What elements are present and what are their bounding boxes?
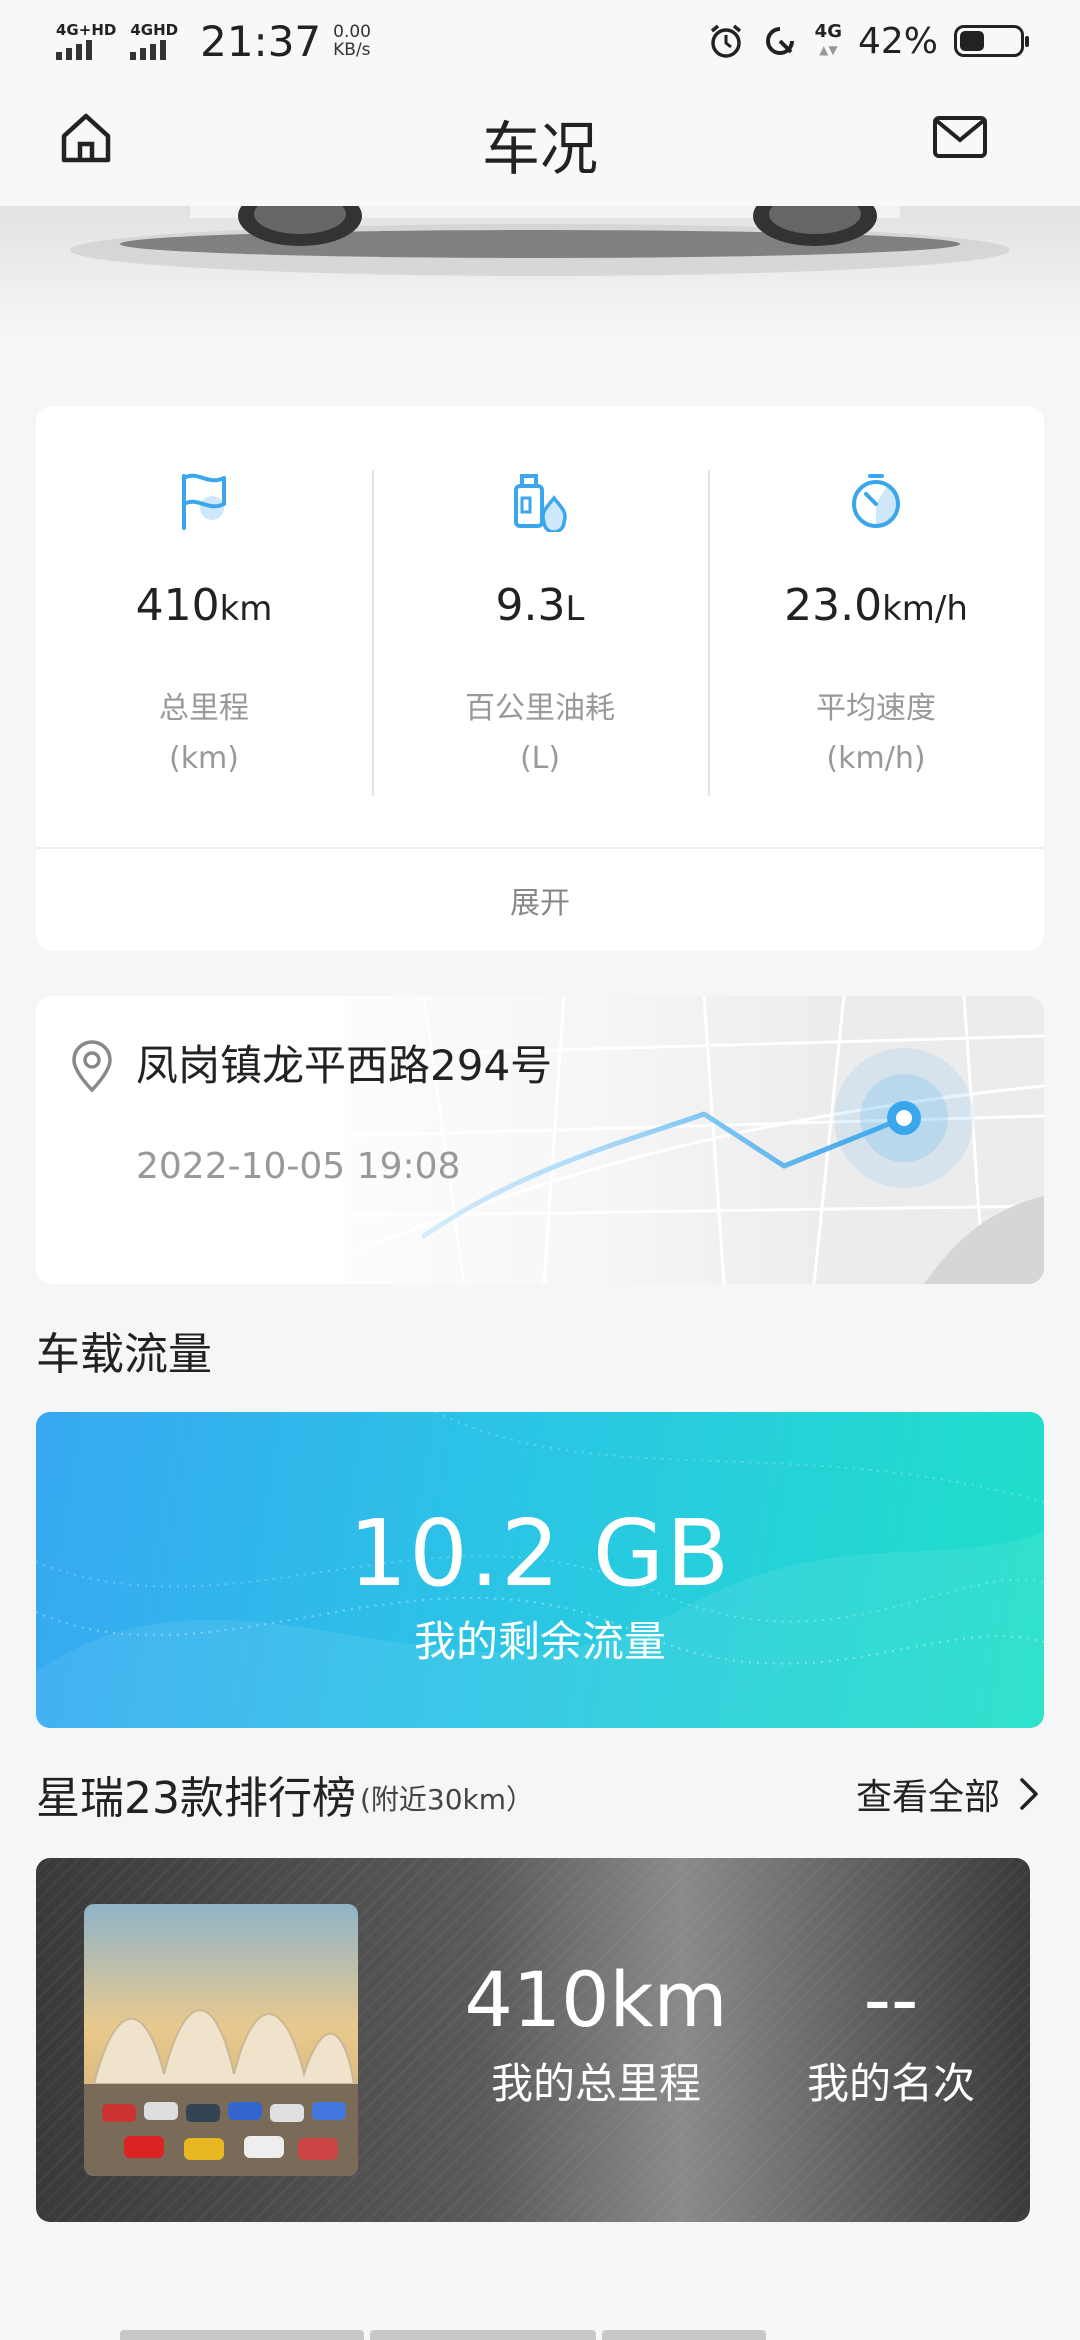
location-pin-icon <box>72 1040 112 1093</box>
home-icon[interactable] <box>58 110 114 166</box>
data-section-title: 车载流量 <box>36 1329 212 1380</box>
car-image <box>0 206 1080 366</box>
stat-unit: (L) <box>519 741 561 776</box>
remaining-data-label: 我的剩余流量 <box>413 1617 666 1666</box>
expand-button[interactable]: 展开 <box>36 847 1044 951</box>
ranking-title: 星瑞23款排行榜 <box>36 1773 356 1824</box>
stat-label: 平均速度 <box>816 691 936 726</box>
sim2-signal-icon: 4GHD <box>130 22 178 60</box>
fuel-icon <box>514 474 567 532</box>
my-mileage-value: 410km <box>464 1955 728 2044</box>
net-speed-unit: KB/s <box>333 40 371 60</box>
my-rank-label: 我的名次 <box>806 2059 975 2108</box>
bottom-tab-indicator <box>120 2330 766 2340</box>
location-time: 2022-10-05 19:08 <box>136 1146 461 1187</box>
stat-value: 23.0km/h <box>784 580 968 631</box>
stat-unit: (km/h) <box>826 741 926 776</box>
net-speed: 0.00 KB/s <box>333 23 371 59</box>
chevron-right-icon <box>1020 1778 1038 1810</box>
view-all-link[interactable]: 查看全部 <box>856 1768 1044 1820</box>
ranking-card[interactable]: 410km 我的总里程 -- 我的名次 <box>36 1858 1030 2222</box>
net-speed-value: 0.00 <box>333 22 371 42</box>
mail-icon[interactable] <box>932 112 988 164</box>
vehicle-stats-card: 410km 总里程 (km) 9.3L 百公里油耗 (L) 23.0km/h 平… <box>36 406 1044 951</box>
ranking-subtitle: (附近30km） <box>360 1783 535 1816</box>
battery-percent: 42% <box>857 20 938 62</box>
my-mileage-label: 我的总里程 <box>490 2059 701 2108</box>
stat-fuel-consumption: 9.3L 百公里油耗 (L) <box>372 462 708 846</box>
location-address: 凤岗镇龙平西路294号 <box>136 1041 553 1090</box>
network-label: 4G <box>814 21 842 42</box>
my-total-mileage: 410km 我的总里程 <box>426 1958 766 2111</box>
speed-icon <box>852 474 900 528</box>
vehicle-location-card[interactable]: 凤岗镇龙平西路294号 2022-10-05 19:08 <box>36 996 1044 1284</box>
network-4g-icon: 4G ▲▼ <box>814 21 842 58</box>
page-title: 车况 <box>481 115 598 183</box>
view-all-label: 查看全部 <box>855 1777 1000 1818</box>
stat-value: 9.3L <box>495 580 585 631</box>
ranking-header: 星瑞23款排行榜 (附近30km） 查看全部 <box>36 1762 1044 1826</box>
remaining-data-value: 10.2 GB <box>348 1500 732 1607</box>
sim1-label: 4G+HD <box>56 21 117 39</box>
stat-label: 百公里油耗 <box>465 691 615 726</box>
alarm-icon <box>710 24 741 58</box>
sim2-label: 4GHD <box>130 21 179 39</box>
sim1-signal-icon: 4G+HD <box>56 22 116 60</box>
my-rank: -- 我的名次 <box>766 1958 1016 2111</box>
stadium-cars-photo <box>84 1904 358 2176</box>
stat-label: 总里程 <box>159 691 249 726</box>
status-bar: 4G+HD 4GHD 21:37 0.00 KB/s 4G ▲▼ 42% <box>0 0 1080 82</box>
my-rank-value: -- <box>863 1955 919 2044</box>
stat-value: 410km <box>135 580 273 631</box>
stat-total-mileage: 410km 总里程 (km) <box>36 462 372 846</box>
app-header: 车况 <box>0 82 1080 206</box>
stat-average-speed: 23.0km/h 平均速度 (km/h) <box>708 462 1044 846</box>
stat-unit: (km) <box>168 741 239 776</box>
data-usage-card[interactable]: 10.2 GB 我的剩余流量 <box>36 1412 1044 1728</box>
flag-icon <box>182 473 226 530</box>
battery-icon <box>954 25 1029 57</box>
status-time: 21:37 <box>200 16 322 66</box>
sync-icon <box>765 27 794 55</box>
